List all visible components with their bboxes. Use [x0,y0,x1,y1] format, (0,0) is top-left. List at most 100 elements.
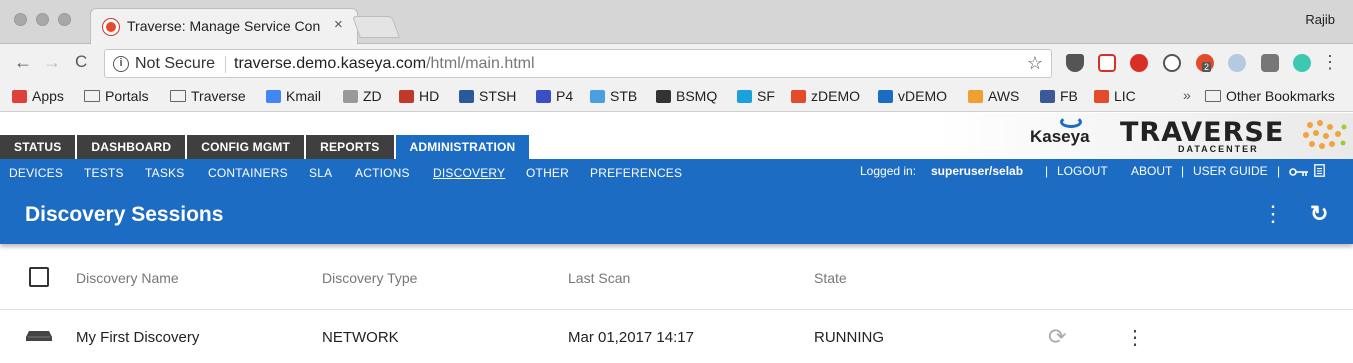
url-path: /html/main.html [426,55,535,72]
tab-status[interactable]: STATUS [0,135,76,159]
subtab-preferences[interactable]: PREFERENCES [590,166,682,180]
bookmark-label: Apps [32,88,64,104]
discovery-name-cell[interactable]: My First Discovery [76,329,199,346]
security-label[interactable]: Not Secure [135,55,215,73]
subtab-discovery[interactable]: DISCOVERY [433,166,505,180]
bookmark-label: AWS [988,88,1020,104]
stb-icon [590,89,605,103]
bookmark-zdemo[interactable]: zDEMO [791,88,860,104]
bookmark-apps[interactable]: Apps [12,88,64,104]
bookmarks-overflow-icon[interactable]: » [1183,87,1191,103]
pocket-extension-icon[interactable] [1066,54,1084,72]
browser-tab-active[interactable]: Traverse: Manage Service Con × [90,8,358,45]
address-bar[interactable]: i Not Secure traverse.demo.kaseya.com/ht… [104,49,1052,78]
column-last-scan[interactable]: Last Scan [568,270,630,286]
bookmark-sf[interactable]: SF [737,88,775,104]
bookmark-label: P4 [556,88,574,104]
apps-icon [12,89,27,103]
table-header: Discovery Name Discovery Type Last Scan … [0,248,1353,310]
minimize-window-button[interactable] [36,13,49,26]
bookmark-label: FB [1060,88,1078,104]
subtab-sla[interactable]: SLA [309,166,332,180]
tab-close-icon[interactable]: × [334,16,343,33]
url-text[interactable]: traverse.demo.kaseya.com/html/main.html [234,55,535,73]
browser-titlebar: Traverse: Manage Service Con × Rajib [0,0,1353,45]
row-more-options-icon[interactable]: ⋮ [1125,325,1145,350]
gmail-extension-icon[interactable] [1098,54,1116,72]
bookmark-bsmq[interactable]: BSMQ [656,88,717,104]
info-icon[interactable]: i [113,56,129,72]
logged-in-label: Logged in: [860,164,917,178]
folder-icon [1205,90,1221,102]
refresh-icon[interactable]: ↻ [1310,201,1328,227]
bookmark-stsh[interactable]: STSH [459,88,516,104]
gear-icon [343,89,358,103]
app-top-bar: STATUS DASHBOARD CONFIG MGMT REPORTS ADMINIS… [0,113,1353,159]
page-title: Discovery Sessions [25,203,224,226]
subtab-containers[interactable]: CONTAINERS [208,166,288,180]
profile-name[interactable]: Rajib [1305,12,1335,27]
subtab-tasks[interactable]: TASKS [145,166,184,180]
bookmark-p4[interactable]: P4 [536,88,573,104]
sub-navigation: DEVICES TESTS TASKS CONTAINERS SLA ACTIONS DIS… [0,159,1353,186]
subtab-actions[interactable]: ACTIONS [355,166,410,180]
bookmark-star-icon[interactable]: ☆ [1027,53,1043,74]
traverse-extension-icon[interactable]: 2 [1196,54,1214,72]
bookmark-kmail[interactable]: Kmail [266,88,321,104]
bookmark-label: BSMQ [676,88,718,104]
bookmark-portals[interactable]: Portals [84,88,149,104]
other-bookmarks[interactable]: Other Bookmarks [1205,88,1335,104]
new-tab-button[interactable] [351,16,401,38]
browser-menu-icon[interactable]: ⋮ [1321,52,1339,73]
close-window-button[interactable] [14,13,27,26]
adblock-extension-icon[interactable] [1130,54,1148,72]
bookmark-fb[interactable]: FB [1040,88,1078,104]
bookmark-label: STB [610,88,638,104]
bookmark-label: LIC [1114,88,1136,104]
bookmark-vdemo[interactable]: vDEMO [878,88,947,104]
bookmark-label: Portals [105,88,149,104]
reload-button[interactable]: C [75,52,87,72]
datacenter-logo-text: DATACENTER [1178,144,1259,154]
logout-link[interactable]: LOGOUT [1057,164,1108,178]
folder-icon [170,90,186,102]
main-tabs: STATUS DASHBOARD CONFIG MGMT REPORTS ADMINIS… [0,135,531,159]
sync-icon[interactable]: ⟳ [1048,324,1066,350]
profile-avatar-icon[interactable] [1293,54,1311,72]
bookmark-hd[interactable]: HD [399,88,439,104]
column-state[interactable]: State [814,270,847,286]
tab-administration[interactable]: ADMINISTRATION [395,135,530,159]
table-row[interactable]: My First Discovery NETWORK Mar 01,2017 1… [0,310,1353,363]
tab-reports[interactable]: REPORTS [306,135,394,159]
tab-config-mgmt[interactable]: CONFIG MGMT [187,135,305,159]
bookmark-traverse[interactable]: Traverse [170,88,246,104]
onepassword-extension-icon[interactable] [1163,54,1181,72]
page-header: Discovery Sessions ⋮ ↻ [0,186,1353,244]
cloud-icon [737,89,752,103]
smiley-icon [656,89,671,103]
user-guide-link[interactable]: USER GUIDE [1193,164,1268,178]
column-discovery-type[interactable]: Discovery Type [322,270,417,286]
separator: | [1277,164,1281,178]
document-icon[interactable] [1314,164,1325,177]
subtab-tests[interactable]: TESTS [84,166,124,180]
about-link[interactable]: ABOUT [1131,164,1172,178]
key-icon[interactable] [1289,167,1309,177]
more-options-icon[interactable]: ⋮ [1262,201,1284,227]
column-discovery-name[interactable]: Discovery Name [76,270,179,286]
bookmark-lic[interactable]: LIC [1094,88,1136,104]
window-extension-icon[interactable] [1261,54,1279,72]
back-button[interactable]: ← [14,52,32,73]
tab-dashboard[interactable]: DASHBOARD [77,135,186,159]
bookmark-zd[interactable]: ZD [343,88,382,104]
subtab-other[interactable]: OTHER [526,166,569,180]
bookmark-aws[interactable]: AWS [968,88,1019,104]
select-all-checkbox[interactable] [29,267,49,287]
other-bookmarks-label: Other Bookmarks [1226,88,1335,104]
snowflake-extension-icon[interactable] [1228,54,1246,72]
bookmark-stb[interactable]: STB [590,88,637,104]
subtab-devices[interactable]: DEVICES [9,166,63,180]
zoom-window-button[interactable] [58,13,71,26]
forward-button[interactable]: → [43,52,61,73]
folder-icon [84,90,100,102]
